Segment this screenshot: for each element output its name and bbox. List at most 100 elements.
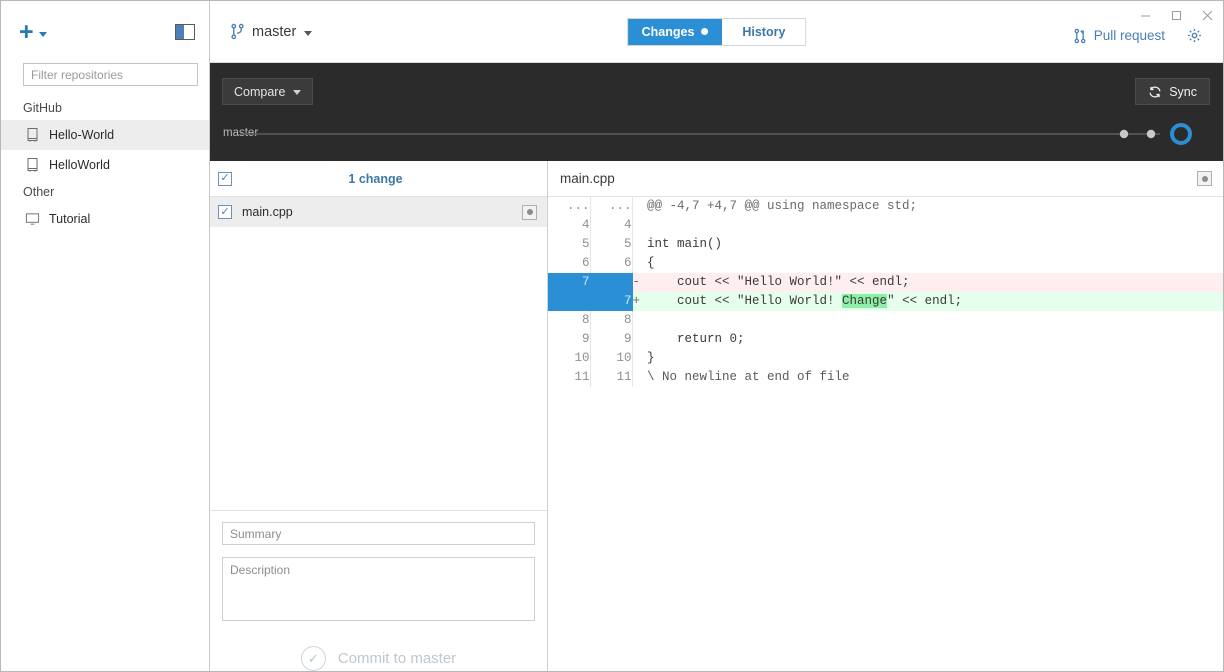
diff-word-highlight: Change xyxy=(842,294,888,308)
diff-old-line-number: 5 xyxy=(548,235,591,254)
search-input[interactable] xyxy=(23,63,198,86)
sync-label: Sync xyxy=(1169,84,1197,99)
github-desktop-window: + GitHub Hello-World xyxy=(0,0,1224,672)
check-circle-icon: ✓ xyxy=(300,646,326,671)
git-pull-request-icon xyxy=(1074,28,1086,43)
select-all-checkbox[interactable]: ✓ xyxy=(218,171,232,186)
minimize-button[interactable] xyxy=(1130,1,1161,29)
sidebar-toolbar: + xyxy=(1,1,209,63)
diff-row[interactable]: 44 xyxy=(548,216,1223,235)
diff-body[interactable]: ...... @@ -4,7 +4,7 @@ using namespace st… xyxy=(548,197,1223,671)
diff-old-line-number: 6 xyxy=(548,254,591,273)
diff-row[interactable]: 88 xyxy=(548,311,1223,330)
sidebar-item-tutorial[interactable]: Tutorial xyxy=(1,204,209,234)
lower-split: ✓ 1 change ✓ main.cpp ✓ Co xyxy=(210,161,1223,671)
close-button[interactable] xyxy=(1192,1,1223,29)
changes-header: ✓ 1 change xyxy=(210,161,547,197)
filter-wrapper xyxy=(1,63,209,96)
diff-new-line-number: 4 xyxy=(590,216,633,235)
diff-marker xyxy=(632,216,647,235)
commit-timeline[interactable]: master xyxy=(210,121,1223,161)
diff-old-line-number: 10 xyxy=(548,349,591,368)
diff-code: { xyxy=(647,256,655,270)
sidebar-item-helloworld[interactable]: HelloWorld xyxy=(1,150,209,180)
diff-marker xyxy=(632,254,647,273)
file-name-label: main.cpp xyxy=(242,205,293,219)
commit-dot xyxy=(1119,129,1129,139)
tab-changes[interactable]: Changes xyxy=(627,18,723,45)
diff-old-line-number: 7 xyxy=(548,273,591,292)
diff-row[interactable]: ...... @@ -4,7 +4,7 @@ using namespace st… xyxy=(548,197,1223,216)
sidebar-item-hello-world[interactable]: Hello-World xyxy=(1,120,209,150)
sidebar-item-label: Tutorial xyxy=(49,212,91,226)
diff-row[interactable]: 6 6 { xyxy=(548,254,1223,273)
chevron-down-icon xyxy=(304,30,313,36)
commit-button[interactable]: ✓ Commit to master xyxy=(222,646,535,671)
diff-code: } xyxy=(647,351,655,365)
diff-row[interactable]: 10 10} xyxy=(548,349,1223,368)
diff-new-line-number: 8 xyxy=(590,311,633,330)
monitor-icon xyxy=(25,213,40,225)
tab-changes-label: Changes xyxy=(641,24,695,39)
diff-code xyxy=(647,216,1223,235)
sync-button[interactable]: Sync xyxy=(1135,78,1210,105)
diff-row[interactable]: 5 5 int main() xyxy=(548,235,1223,254)
diff-new-line-number: 5 xyxy=(590,235,633,254)
repo-icon xyxy=(27,158,38,172)
commit-dot xyxy=(1146,129,1156,139)
commit-description-input[interactable] xyxy=(222,557,535,621)
diff-code xyxy=(647,311,1223,330)
diff-marker xyxy=(632,368,647,387)
diff-new-line-number: 11 xyxy=(590,368,633,387)
diff-old-line-number: 8 xyxy=(548,311,591,330)
branch-name-label: master xyxy=(252,23,297,40)
diff-panel: main.cpp ...... @@ -4,7 +4,7 @@ using nam… xyxy=(548,161,1223,671)
diff-new-line-number: 10 xyxy=(590,349,633,368)
file-options-icon[interactable] xyxy=(522,204,537,220)
diff-rows: ...... @@ -4,7 +4,7 @@ using namespace st… xyxy=(548,197,1223,387)
tab-history-label: History xyxy=(742,24,786,39)
changes-indicator-dot xyxy=(701,28,709,35)
diff-old-line-number: 11 xyxy=(548,368,591,387)
plus-icon: + xyxy=(19,17,34,46)
compare-label: Compare xyxy=(234,84,286,99)
diff-marker: - xyxy=(632,273,647,292)
diff-new-line-number: 7 xyxy=(590,292,633,311)
diff-row[interactable]: 7 - cout << "Hello World!" << endl; xyxy=(548,273,1223,292)
changes-panel: ✓ 1 change ✓ main.cpp ✓ Co xyxy=(210,161,548,671)
compare-button[interactable]: Compare xyxy=(222,78,314,105)
top-toolbar: master Changes History Pull request xyxy=(210,1,1223,63)
diff-row[interactable]: 7 + cout << "Hello World! Change" << endl… xyxy=(548,292,1223,311)
tab-history[interactable]: History xyxy=(722,18,806,45)
branch-selector[interactable]: master xyxy=(224,19,318,44)
diff-code: return 0; xyxy=(647,332,745,346)
sidebar-item-label: Hello-World xyxy=(49,128,115,142)
diff-old-line-number xyxy=(548,292,591,311)
add-repository-button[interactable]: + xyxy=(19,17,47,46)
panel-toggle-icon[interactable] xyxy=(175,24,195,40)
sidebar-item-label: HelloWorld xyxy=(49,158,110,172)
commit-summary-input[interactable] xyxy=(222,522,535,545)
pull-request-label: Pull request xyxy=(1093,28,1165,43)
diff-new-line-number: ... xyxy=(590,197,633,216)
list-item[interactable]: ✓ main.cpp xyxy=(210,197,547,227)
diff-old-line-number: 4 xyxy=(548,216,591,235)
diff-marker: + xyxy=(632,292,647,311)
sidebar-group-other-label: Other xyxy=(23,185,55,199)
commit-form: ✓ Commit to master xyxy=(210,511,547,671)
repository-sidebar: + GitHub Hello-World xyxy=(1,1,210,671)
compare-band: Compare Sync master xyxy=(210,63,1223,161)
chevron-down-icon xyxy=(38,31,47,37)
window-controls xyxy=(1130,1,1223,29)
right-pane: master Changes History Pull request Comp… xyxy=(210,1,1223,671)
diff-code: \ No newline at end of file xyxy=(647,370,850,384)
diff-code: int main() xyxy=(647,237,723,251)
maximize-button[interactable] xyxy=(1161,1,1192,29)
main-body: + GitHub Hello-World xyxy=(1,1,1223,671)
file-checkbox[interactable]: ✓ xyxy=(218,205,232,219)
diff-row[interactable]: 11 11 \ No newline at end of file xyxy=(548,368,1223,387)
sync-icon xyxy=(1149,85,1161,98)
diff-row[interactable]: 99 return 0; xyxy=(548,330,1223,349)
diff-options-icon[interactable] xyxy=(1197,171,1212,186)
diff-marker xyxy=(632,330,647,349)
